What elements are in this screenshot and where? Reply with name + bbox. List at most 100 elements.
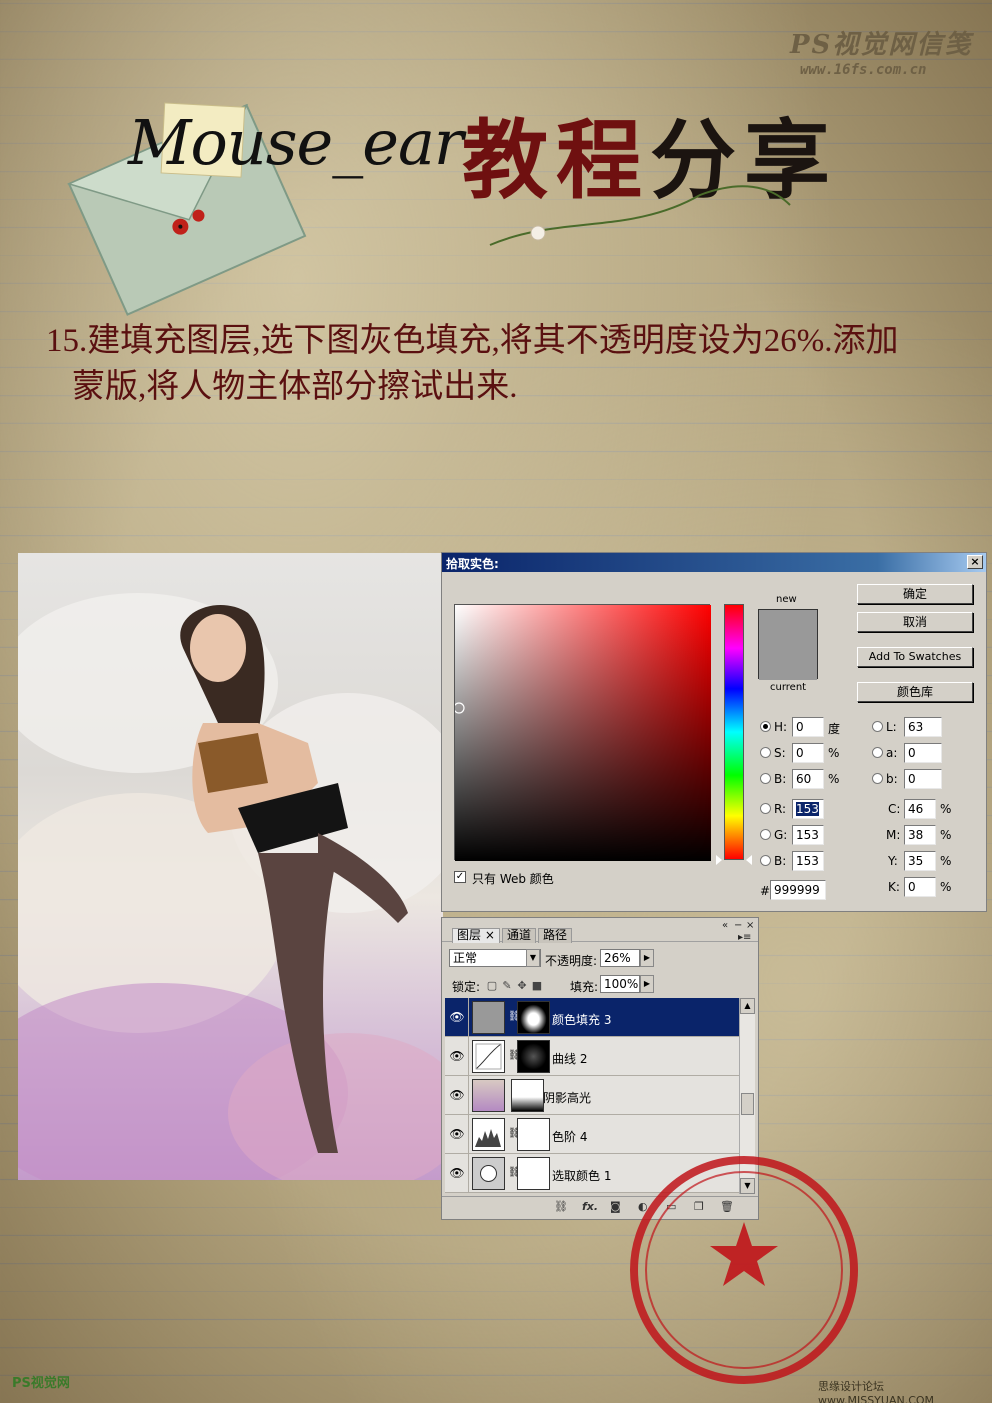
s-input[interactable]: 0 — [792, 743, 824, 763]
lab-b-radio[interactable] — [872, 773, 883, 784]
fx-icon[interactable]: fx. — [582, 1200, 598, 1213]
hue-slider-left-arrow[interactable] — [716, 855, 722, 865]
layer-row[interactable]: 👁 ⛓ 色阶 4 — [445, 1115, 739, 1154]
panel-menu-icon[interactable]: ▸≡ — [738, 932, 751, 943]
b-input[interactable]: 60 — [792, 769, 824, 789]
eye-icon[interactable]: 👁 — [448, 1049, 466, 1063]
layer-thumbnail — [472, 1079, 505, 1112]
hue-slider-right-arrow[interactable] — [746, 855, 752, 865]
a-radio[interactable] — [872, 747, 883, 758]
panel-tabs: 图层 × 通道 路径 « − × ▸≡ — [442, 918, 758, 943]
link-layers-icon[interactable]: ⛓ — [554, 1200, 568, 1213]
tab-channels[interactable]: 通道 — [502, 928, 537, 943]
ok-button[interactable]: 确定 — [857, 584, 973, 604]
m-input[interactable]: 38 — [904, 825, 936, 845]
web-colors-only-checkbox[interactable]: ✓ — [454, 871, 466, 883]
layer-mask-thumbnail[interactable] — [517, 1157, 550, 1190]
minimize-icon[interactable]: − — [734, 920, 742, 931]
blue-input[interactable]: 153 — [792, 851, 824, 871]
current-color-swatch[interactable] — [759, 645, 817, 680]
tab-close-icon[interactable]: × — [485, 928, 495, 942]
footer-logo: PS视觉网 — [12, 1376, 70, 1391]
l-radio[interactable] — [872, 721, 883, 732]
cancel-button[interactable]: 取消 — [857, 612, 973, 632]
add-mask-icon[interactable]: ◙ — [610, 1200, 621, 1213]
layer-row[interactable]: 👁 阴影高光 — [445, 1076, 739, 1115]
s-radio[interactable] — [760, 747, 771, 758]
fill-input[interactable]: 100% — [600, 975, 640, 993]
layer-mask-thumbnail[interactable] — [517, 1001, 550, 1034]
layer-row[interactable]: 👁 ⛓ 颜色填充 3 — [445, 998, 739, 1037]
dialog-title: 拾取实色: — [446, 557, 499, 571]
visibility-column: 👁 — [445, 1076, 469, 1115]
s-label: S: — [774, 746, 786, 760]
layer-name: 曲线 2 — [552, 1052, 588, 1066]
m-unit: % — [940, 828, 952, 842]
lock-icons: ▢ ✎ ✥ ■ — [486, 978, 546, 992]
visibility-column: 👁 — [445, 1115, 469, 1154]
c-unit: % — [940, 802, 952, 816]
r-input[interactable]: 153 — [792, 799, 824, 819]
k-input[interactable]: 0 — [904, 877, 936, 897]
layer-mask-thumbnail[interactable] — [517, 1040, 550, 1073]
layer-mask-thumbnail[interactable] — [517, 1118, 550, 1151]
histogram-graph — [475, 1129, 501, 1147]
tutorial-photo — [18, 553, 443, 1180]
add-to-swatches-button[interactable]: Add To Swatches — [857, 647, 973, 667]
blend-mode-dropdown-icon[interactable]: ▼ — [526, 949, 540, 967]
fill-label: 填充: — [570, 980, 599, 994]
lock-transparency-icon[interactable]: ▢ — [486, 980, 498, 992]
hue-slider[interactable] — [724, 604, 744, 860]
color-libraries-button[interactable]: 颜色库 — [857, 682, 973, 702]
g-input[interactable]: 153 — [792, 825, 824, 845]
k-unit: % — [940, 880, 952, 894]
g-radio[interactable] — [760, 829, 771, 840]
model-photo-illustration — [18, 593, 443, 1180]
eye-icon[interactable]: 👁 — [448, 1166, 466, 1180]
link-icon[interactable]: ⛓ — [508, 1128, 521, 1139]
lock-pixels-icon[interactable]: ✎ — [501, 980, 513, 992]
collapse-icon[interactable]: « — [722, 920, 728, 931]
tab-layers[interactable]: 图层 × — [452, 928, 500, 943]
scrollbar-thumb[interactable] — [741, 1093, 754, 1115]
scroll-up-arrow-icon[interactable]: ▲ — [740, 998, 755, 1014]
hex-input[interactable]: 999999 — [770, 880, 826, 900]
fill-slider-icon[interactable]: ▶ — [640, 975, 654, 993]
layer-row[interactable]: 👁 ⛓ 曲线 2 — [445, 1037, 739, 1076]
close-button[interactable]: × — [967, 555, 983, 569]
current-color-label: current — [770, 682, 807, 693]
link-icon[interactable]: ⛓ — [508, 1011, 521, 1022]
tab-paths[interactable]: 路径 — [538, 928, 573, 943]
curves-adjustment-icon — [472, 1040, 505, 1073]
a-input[interactable]: 0 — [904, 743, 942, 763]
lab-b-input[interactable]: 0 — [904, 769, 942, 789]
h-radio[interactable] — [760, 721, 771, 732]
color-field[interactable] — [453, 604, 711, 861]
r-radio[interactable] — [760, 803, 771, 814]
blue-radio[interactable] — [760, 855, 771, 866]
selective-color-adjustment-icon — [472, 1157, 505, 1190]
web-colors-only-label: 只有 Web 颜色 — [472, 872, 554, 886]
lock-label: 锁定: — [452, 980, 481, 994]
eye-icon[interactable]: 👁 — [448, 1127, 466, 1141]
panel-close-icon[interactable]: × — [746, 920, 754, 931]
l-input[interactable]: 63 — [904, 717, 942, 737]
opacity-slider-icon[interactable]: ▶ — [640, 949, 654, 967]
link-icon[interactable]: ⛓ — [508, 1050, 521, 1061]
h-input[interactable]: 0 — [792, 717, 824, 737]
lock-position-icon[interactable]: ✥ — [516, 980, 528, 992]
h-unit: 度 — [828, 722, 841, 736]
tab-layers-label: 图层 — [457, 928, 482, 942]
b-radio[interactable] — [760, 773, 771, 784]
y-input[interactable]: 35 — [904, 851, 936, 871]
color-picker-dialog: 拾取实色: × new current 确定 取消 Add To Swatche… — [441, 552, 987, 912]
color-preview — [758, 609, 818, 680]
eye-icon[interactable]: 👁 — [448, 1010, 466, 1024]
dialog-titlebar[interactable]: 拾取实色: × — [442, 553, 986, 572]
eye-icon[interactable]: 👁 — [448, 1088, 466, 1102]
opacity-input[interactable]: 26% — [600, 949, 640, 967]
link-icon[interactable]: ⛓ — [508, 1167, 521, 1178]
c-input[interactable]: 46 — [904, 799, 936, 819]
new-color-swatch — [759, 610, 817, 645]
lock-all-icon[interactable]: ■ — [531, 980, 543, 992]
